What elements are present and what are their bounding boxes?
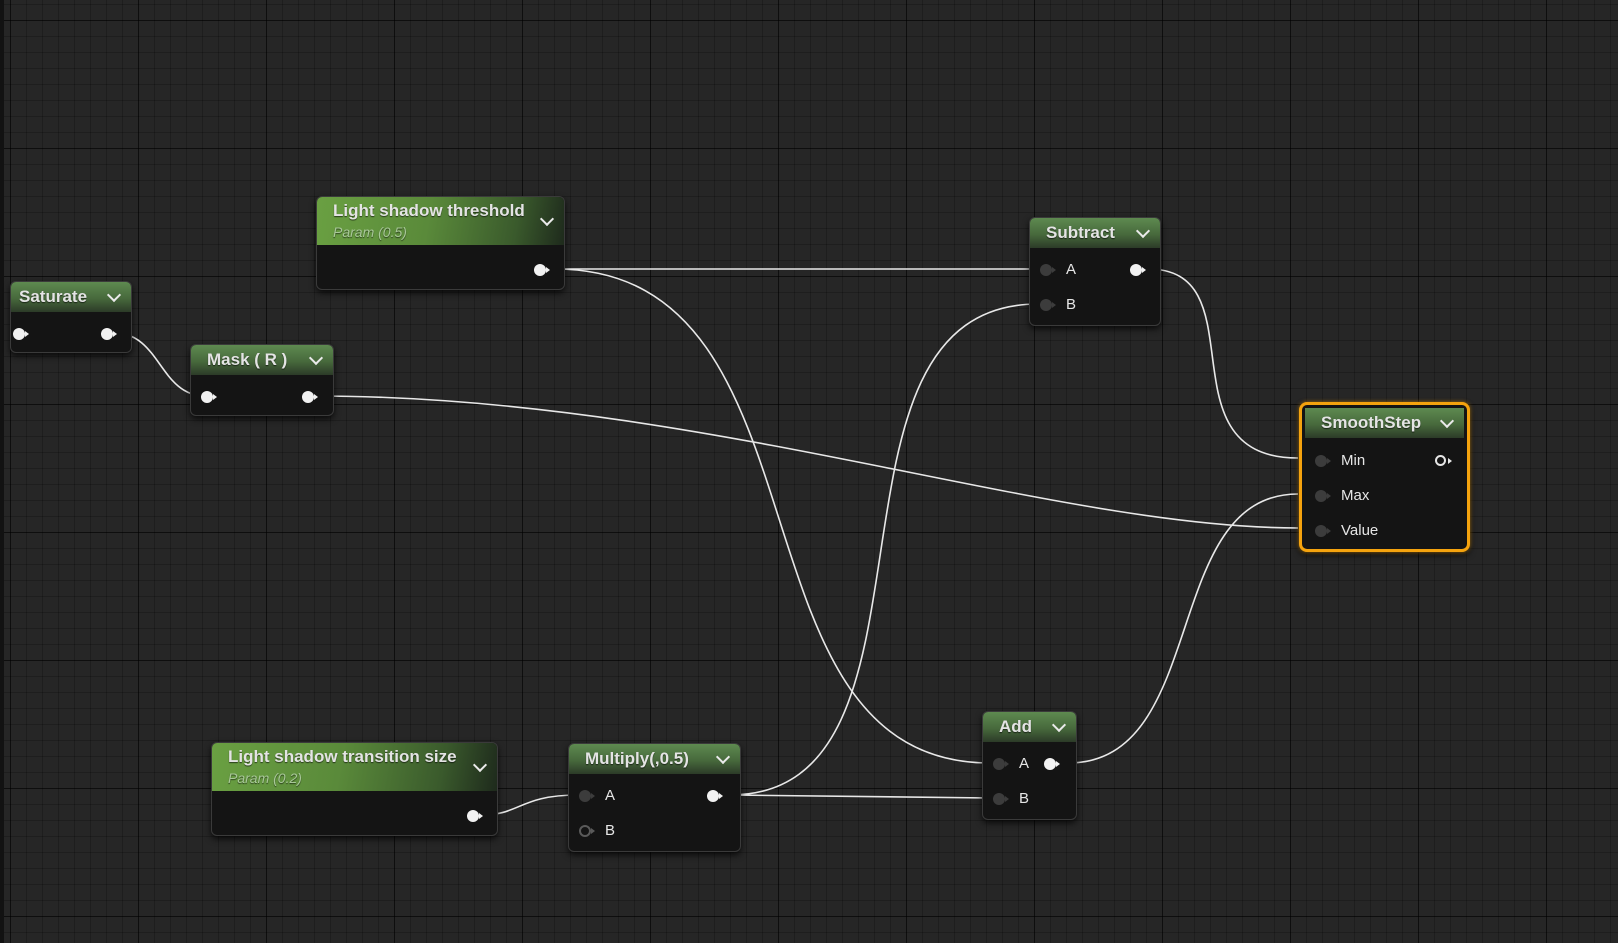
light-shadow-transition-size-header[interactable]: Light shadow transition size Param (0.2) xyxy=(212,743,497,791)
mask-node-header[interactable]: Mask ( R ) xyxy=(191,345,333,375)
multiply-node-header[interactable]: Multiply(,0.5) xyxy=(569,744,740,774)
subtract-output-pin[interactable] xyxy=(1130,264,1146,276)
smoothstep-output-pin[interactable] xyxy=(1435,455,1452,467)
light-shadow-threshold-node[interactable]: Light shadow threshold Param (0.5) xyxy=(316,196,565,290)
mask-node-title: Mask ( R ) xyxy=(207,350,288,369)
light-shadow-transition-size-output-pin[interactable] xyxy=(467,810,483,822)
panel-edge xyxy=(0,0,4,943)
smoothstep-node-title: SmoothStep xyxy=(1321,413,1422,432)
add-input-b-pin[interactable] xyxy=(993,793,1009,805)
add-node[interactable]: Add A B xyxy=(982,711,1077,820)
smoothstep-input-min-pin[interactable] xyxy=(1315,455,1331,467)
saturate-node-header[interactable]: Saturate xyxy=(11,282,131,312)
smoothstep-input-max-label: Max xyxy=(1341,487,1370,504)
light-shadow-threshold-title: Light shadow threshold xyxy=(333,201,525,220)
add-node-title: Add xyxy=(999,717,1033,736)
subtract-input-b-label: B xyxy=(1066,296,1077,313)
light-shadow-threshold-output-pin[interactable] xyxy=(534,264,550,276)
smoothstep-input-min-label: Min xyxy=(1341,452,1366,469)
subtract-input-a-pin[interactable] xyxy=(1040,264,1056,276)
subtract-input-a-label: A xyxy=(1066,261,1077,278)
smoothstep-input-max-pin[interactable] xyxy=(1315,490,1331,502)
chevron-down-icon[interactable] xyxy=(1135,223,1151,239)
chevron-down-icon[interactable] xyxy=(1051,717,1067,733)
add-input-b-label: B xyxy=(1019,790,1030,807)
multiply-node[interactable]: Multiply(,0.5) A B xyxy=(568,743,741,852)
smoothstep-input-value-pin[interactable] xyxy=(1315,525,1331,537)
multiply-input-a-label: A xyxy=(605,787,616,804)
light-shadow-transition-size-subtitle: Param (0.2) xyxy=(228,770,302,786)
chevron-down-icon[interactable] xyxy=(715,749,731,765)
light-shadow-threshold-header[interactable]: Light shadow threshold Param (0.5) xyxy=(317,197,564,245)
multiply-input-b-label: B xyxy=(605,822,616,839)
mask-input-pin[interactable] xyxy=(201,391,217,403)
smoothstep-input-value-label: Value xyxy=(1341,522,1379,539)
mask-node[interactable]: Mask ( R ) xyxy=(190,344,334,416)
add-input-a-pin[interactable] xyxy=(993,758,1009,770)
saturate-node[interactable]: Saturate xyxy=(10,281,132,353)
add-input-a-label: A xyxy=(1019,755,1030,772)
multiply-input-b-pin[interactable] xyxy=(579,825,595,837)
subtract-node-title: Subtract xyxy=(1046,223,1115,242)
light-shadow-threshold-subtitle: Param (0.5) xyxy=(333,224,407,240)
subtract-node-header[interactable]: Subtract xyxy=(1030,218,1160,248)
light-shadow-transition-size-title: Light shadow transition size xyxy=(228,747,457,766)
saturate-node-title: Saturate xyxy=(19,287,88,306)
chevron-down-icon[interactable] xyxy=(106,287,122,303)
smoothstep-node[interactable]: SmoothStep Min Max Value xyxy=(1299,402,1470,552)
chevron-down-icon[interactable] xyxy=(1439,413,1455,429)
subtract-node[interactable]: Subtract A B xyxy=(1029,217,1161,326)
subtract-input-b-pin[interactable] xyxy=(1040,299,1056,311)
add-output-pin[interactable] xyxy=(1044,758,1060,770)
multiply-node-title: Multiply(,0.5) xyxy=(585,749,689,768)
saturate-output-pin[interactable] xyxy=(101,328,117,340)
smoothstep-node-header[interactable]: SmoothStep xyxy=(1305,408,1464,438)
mask-output-pin[interactable] xyxy=(302,391,318,403)
multiply-input-a-pin[interactable] xyxy=(579,790,595,802)
chevron-down-icon[interactable] xyxy=(308,350,324,366)
light-shadow-transition-size-node[interactable]: Light shadow transition size Param (0.2) xyxy=(211,742,498,836)
add-node-header[interactable]: Add xyxy=(983,712,1076,742)
saturate-input-pin[interactable] xyxy=(13,328,29,340)
multiply-output-pin[interactable] xyxy=(707,790,723,802)
